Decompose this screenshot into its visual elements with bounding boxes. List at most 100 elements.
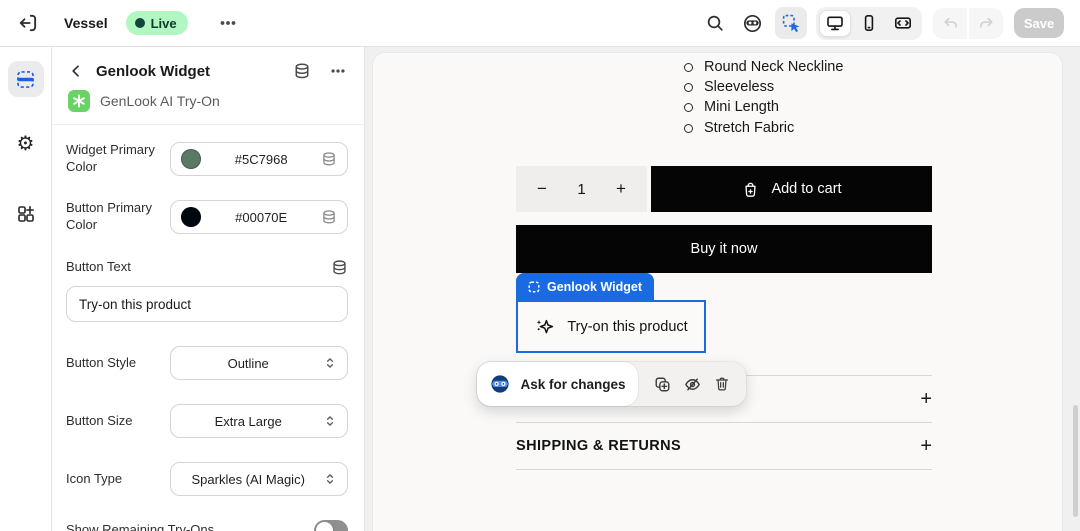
theme-settings-rail-button[interactable]: ⚙: [8, 126, 44, 162]
more-horizontal-icon: [218, 13, 238, 33]
button-color-value: #00070E: [209, 210, 313, 225]
show-remaining-row: Show Remaining Try-Ons: [66, 520, 348, 531]
back-button[interactable]: [66, 61, 86, 81]
accordion-row-shipping[interactable]: SHIPPING & RETURNS +: [516, 422, 932, 470]
buy-it-now-button[interactable]: Buy it now: [516, 225, 932, 273]
selected-block-tab-label: Genlook Widget: [547, 280, 642, 294]
eye-slash-icon: [683, 375, 702, 394]
search-icon: [705, 13, 725, 33]
button-size-select[interactable]: Extra Large: [170, 404, 348, 438]
purchase-row: − 1 + Add to cart: [516, 166, 932, 212]
duplicate-icon: [653, 375, 672, 394]
dynamic-source-header-button[interactable]: [292, 61, 312, 81]
button-size-row: Button Size Extra Large: [66, 404, 348, 438]
button-style-select[interactable]: Outline: [170, 346, 348, 380]
widget-primary-color-picker[interactable]: #5C7968: [170, 142, 348, 176]
full-width-preview-button[interactable]: [887, 10, 919, 37]
icon-type-row: Icon Type Sparkles (AI Magic): [66, 462, 348, 496]
mobile-icon: [859, 13, 879, 33]
theme-more-actions-button[interactable]: [214, 9, 242, 37]
selection-marquee-icon: [528, 281, 540, 293]
genlook-widget-selection[interactable]: Try-on this product: [516, 300, 706, 353]
redo-icon: [977, 14, 996, 33]
tryon-button-label: Try-on this product: [567, 319, 687, 335]
live-badge-label: Live: [151, 16, 177, 31]
button-text-dynamic-source-button[interactable]: [330, 258, 348, 276]
duplicate-block-button[interactable]: [650, 372, 674, 396]
icon-type-label: Icon Type: [66, 471, 170, 488]
product-feature-list: Round Neck Neckline Sleeveless Mini Leng…: [683, 57, 843, 138]
delete-block-button[interactable]: [710, 372, 734, 396]
button-text-label: Button Text: [66, 259, 131, 276]
feature-item: Round Neck Neckline: [683, 57, 843, 77]
quantity-increase-button[interactable]: +: [611, 179, 631, 199]
widget-primary-color-label: Widget Primary Color: [66, 142, 170, 176]
button-style-row: Button Style Outline: [66, 346, 348, 380]
select-chevrons-icon: [323, 414, 337, 428]
preview-canvas: Round Neck Neckline Sleeveless Mini Leng…: [365, 47, 1080, 531]
buy-it-now-label: Buy it now: [691, 241, 758, 257]
ask-for-changes-label: Ask for changes: [520, 377, 625, 392]
scrollbar-thumb[interactable]: [1073, 405, 1078, 517]
exit-editor-button[interactable]: [14, 9, 42, 37]
add-to-cart-label: Add to cart: [771, 181, 841, 197]
sections-rail-button[interactable]: [8, 61, 44, 97]
dynamic-source-icon: [321, 209, 337, 225]
feature-item: Sleeveless: [683, 77, 843, 97]
redo-button[interactable]: [969, 8, 1003, 39]
quantity-value: 1: [577, 181, 585, 198]
exit-icon: [17, 12, 39, 34]
desktop-preview-button[interactable]: [819, 10, 851, 37]
apps-icon: [16, 204, 36, 224]
ask-for-changes-button[interactable]: Ask for changes: [477, 362, 638, 406]
accordion-title: SHIPPING & RETURNS: [516, 438, 681, 454]
asterisk-icon: [72, 94, 86, 108]
gear-icon: ⚙: [17, 134, 35, 154]
top-bar: Vessel Live: [0, 0, 1080, 47]
block-settings-panel: Genlook Widget: [52, 47, 365, 531]
hide-block-button[interactable]: [680, 372, 704, 396]
trash-icon: [713, 375, 731, 393]
undo-button[interactable]: [933, 8, 967, 39]
sparkles-icon: [534, 317, 554, 337]
add-to-cart-button[interactable]: Add to cart: [651, 166, 932, 212]
back-chevron-icon: [68, 63, 84, 79]
storefront-preview: Round Neck Neckline Sleeveless Mini Leng…: [373, 53, 1062, 531]
dynamic-source-icon: [293, 62, 311, 80]
button-primary-color-row: Button Primary Color #00070E: [66, 200, 348, 234]
dynamic-source-icon: [331, 259, 348, 276]
search-button[interactable]: [701, 9, 729, 37]
select-mode-button[interactable]: [775, 7, 807, 39]
sections-icon: [15, 69, 36, 90]
feature-item: Mini Length: [683, 97, 843, 117]
button-style-label: Button Style: [66, 355, 170, 372]
live-dot-icon: [135, 18, 145, 28]
button-text-input[interactable]: [66, 286, 348, 322]
button-text-label-row: Button Text: [66, 258, 348, 276]
full-width-icon: [893, 13, 913, 33]
settings-fields: Widget Primary Color #5C7968 Button Prim…: [52, 125, 364, 531]
button-color-swatch: [181, 207, 201, 227]
quantity-decrease-button[interactable]: −: [532, 179, 552, 199]
app-embeds-rail-button[interactable]: [8, 196, 44, 232]
save-button[interactable]: Save: [1014, 8, 1064, 38]
panel-header: Genlook Widget: [52, 47, 364, 125]
undo-icon: [941, 14, 960, 33]
widget-color-value: #5C7968: [209, 152, 313, 167]
show-remaining-toggle[interactable]: [314, 520, 348, 531]
block-more-actions-button[interactable]: [328, 61, 348, 81]
app-name: GenLook AI Try-On: [100, 93, 220, 109]
preview-inspector-button[interactable]: [738, 9, 766, 37]
icon-type-select[interactable]: Sparkles (AI Magic): [170, 462, 348, 496]
icon-type-value: Sparkles (AI Magic): [181, 472, 315, 487]
button-primary-color-picker[interactable]: #00070E: [170, 200, 348, 234]
expand-plus-icon: +: [920, 389, 932, 409]
select-chevrons-icon: [323, 356, 337, 370]
dynamic-source-icon: [321, 151, 337, 167]
mobile-preview-button[interactable]: [853, 10, 885, 37]
selected-block-tab[interactable]: Genlook Widget: [516, 273, 654, 301]
panel-title: Genlook Widget: [96, 63, 282, 80]
block-floating-toolbar: Ask for changes: [477, 362, 746, 406]
expand-plus-icon: +: [920, 436, 932, 456]
device-preview-segmented-control: [816, 7, 922, 40]
